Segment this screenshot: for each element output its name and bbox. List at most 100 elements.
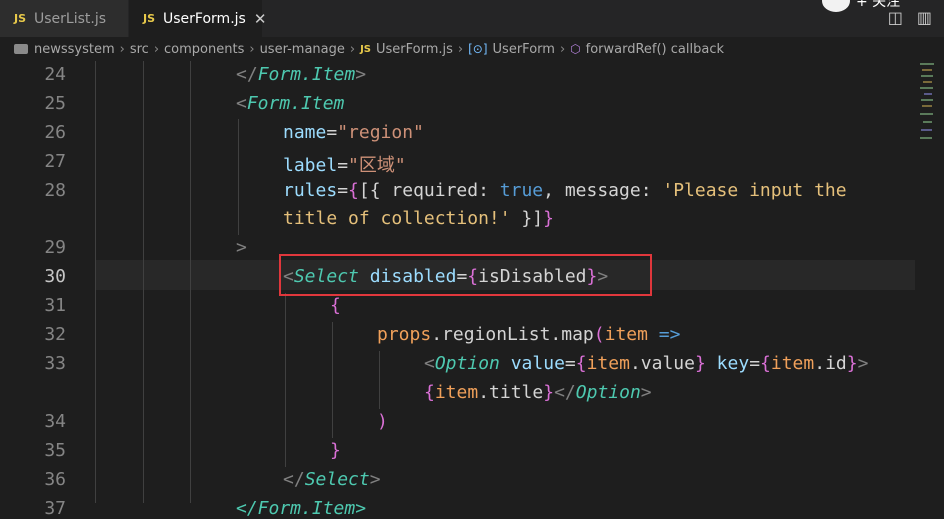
line-number: 35 bbox=[44, 440, 66, 461]
identifier: regionList bbox=[442, 324, 551, 345]
code-line-wrap: {item.title}</Option> bbox=[424, 382, 652, 403]
attribute-name: value bbox=[510, 353, 565, 374]
code-line-wrap: title of collection!' }]} bbox=[283, 208, 554, 229]
parameter: item bbox=[604, 324, 648, 345]
indent-guide bbox=[285, 293, 286, 467]
code-line: } bbox=[330, 440, 341, 461]
minimap-line bbox=[922, 69, 932, 71]
line-number: 30 bbox=[44, 266, 66, 287]
arrow-operator: => bbox=[647, 324, 681, 345]
bracket: { bbox=[330, 295, 341, 316]
indent-guide bbox=[143, 61, 144, 503]
tag-open: </ bbox=[236, 64, 258, 85]
minimap-line bbox=[923, 81, 932, 83]
component-name: Form.Item bbox=[246, 93, 345, 114]
chevron-right-icon: › bbox=[249, 41, 255, 57]
operator: = bbox=[337, 180, 349, 201]
close-icon[interactable]: ✕ bbox=[254, 10, 267, 28]
attribute-name: rules bbox=[283, 180, 338, 201]
component-name: Form.Item bbox=[257, 64, 356, 85]
indent-guide bbox=[379, 351, 380, 409]
breadcrumb-item[interactable]: src bbox=[130, 42, 149, 57]
breadcrumb-item[interactable]: user-manage bbox=[260, 42, 345, 57]
minimap[interactable] bbox=[918, 61, 944, 151]
property: .value bbox=[629, 353, 695, 374]
symbol-icon: [⊙] bbox=[468, 42, 488, 56]
avatar bbox=[822, 0, 850, 12]
bracket: { bbox=[348, 180, 359, 201]
tag-close: > bbox=[369, 469, 381, 490]
code-line: { bbox=[330, 295, 341, 316]
line-number: 28 bbox=[44, 180, 66, 201]
code-editor[interactable]: 24 25 26 27 28 29 30 31 32 33 34 35 36 3… bbox=[0, 61, 944, 519]
minimap-line bbox=[921, 99, 933, 101]
code-line: > bbox=[236, 237, 247, 258]
highlight-box bbox=[279, 254, 652, 296]
component-name: Select bbox=[304, 469, 370, 490]
breadcrumb-item[interactable]: newssystem bbox=[34, 42, 115, 57]
breadcrumb-item[interactable]: components bbox=[164, 42, 244, 57]
bracket: }] bbox=[510, 208, 544, 229]
object-key: message bbox=[564, 180, 641, 201]
line-number: 26 bbox=[44, 122, 66, 143]
code-line: props.regionList.map(item => bbox=[377, 324, 680, 345]
js-file-icon: JS bbox=[360, 43, 372, 55]
tab-label: UserList.js bbox=[34, 10, 107, 27]
attribute-name: key bbox=[716, 353, 750, 374]
js-file-icon: JS bbox=[143, 12, 156, 25]
method-icon: ⬡ bbox=[570, 42, 581, 56]
tag-close: > bbox=[857, 353, 869, 374]
string-literal: title of collection!' bbox=[283, 208, 511, 229]
string-literal: 'Please input the bbox=[662, 180, 847, 201]
chevron-right-icon: › bbox=[457, 41, 464, 57]
operator: = bbox=[749, 353, 761, 374]
tag-close: > bbox=[355, 64, 367, 85]
line-number: 34 bbox=[44, 411, 66, 432]
editor-actions: ◫ ▥ bbox=[888, 8, 932, 27]
code-line: label="区域" bbox=[283, 151, 406, 177]
breadcrumb-item[interactable]: forwardRef() callback bbox=[586, 42, 724, 57]
chevron-right-icon: › bbox=[153, 41, 160, 57]
indent-guide bbox=[332, 322, 333, 438]
breadcrumb-item[interactable]: UserForm.js bbox=[376, 42, 453, 57]
bracket: } bbox=[543, 208, 554, 229]
line-number: 32 bbox=[44, 324, 66, 345]
tag-close: > bbox=[236, 237, 247, 258]
tab-userform[interactable]: JS UserForm.js ✕ bbox=[129, 0, 266, 37]
indent-guide bbox=[190, 61, 191, 503]
line-number: 36 bbox=[44, 469, 66, 490]
bracket: } bbox=[694, 353, 706, 374]
code-line: </Form.Item> bbox=[236, 64, 366, 85]
operator: = bbox=[326, 122, 338, 143]
attribute-name: label bbox=[283, 155, 338, 176]
line-number: 29 bbox=[44, 237, 66, 258]
parameter: item bbox=[434, 382, 479, 403]
component-name: </Form.Item> bbox=[236, 498, 367, 519]
folder-icon bbox=[14, 44, 28, 54]
split-editor-icon[interactable]: ◫ bbox=[888, 8, 903, 27]
bracket: { bbox=[424, 382, 435, 403]
tag-open: </ bbox=[283, 469, 305, 490]
operator: = bbox=[337, 155, 349, 176]
attribute-name: name bbox=[283, 122, 327, 143]
code-line: rules={[{ required: true, message: 'Plea… bbox=[283, 180, 847, 201]
tab-userlist[interactable]: JS UserList.js bbox=[0, 0, 128, 37]
bracket: } bbox=[543, 382, 555, 403]
minimap-line bbox=[920, 137, 932, 139]
more-actions-icon[interactable]: ▥ bbox=[917, 8, 932, 27]
minimap-line bbox=[924, 93, 932, 95]
component-name: Option bbox=[575, 382, 641, 403]
code-line: </Form.Item> bbox=[236, 498, 366, 519]
property: .title bbox=[478, 382, 544, 403]
string-literal: "区域" bbox=[348, 155, 406, 176]
breadcrumb-item[interactable]: UserForm bbox=[493, 42, 555, 57]
tab-label: UserForm.js bbox=[163, 10, 246, 27]
bracket: { bbox=[760, 353, 771, 374]
operator: = bbox=[564, 353, 576, 374]
method-call: .map bbox=[550, 324, 594, 345]
bracket: ) bbox=[377, 411, 388, 432]
js-file-icon: JS bbox=[14, 12, 27, 25]
code-line: <Form.Item bbox=[236, 93, 344, 114]
line-number: 31 bbox=[44, 295, 66, 316]
line-number: 25 bbox=[44, 93, 66, 114]
